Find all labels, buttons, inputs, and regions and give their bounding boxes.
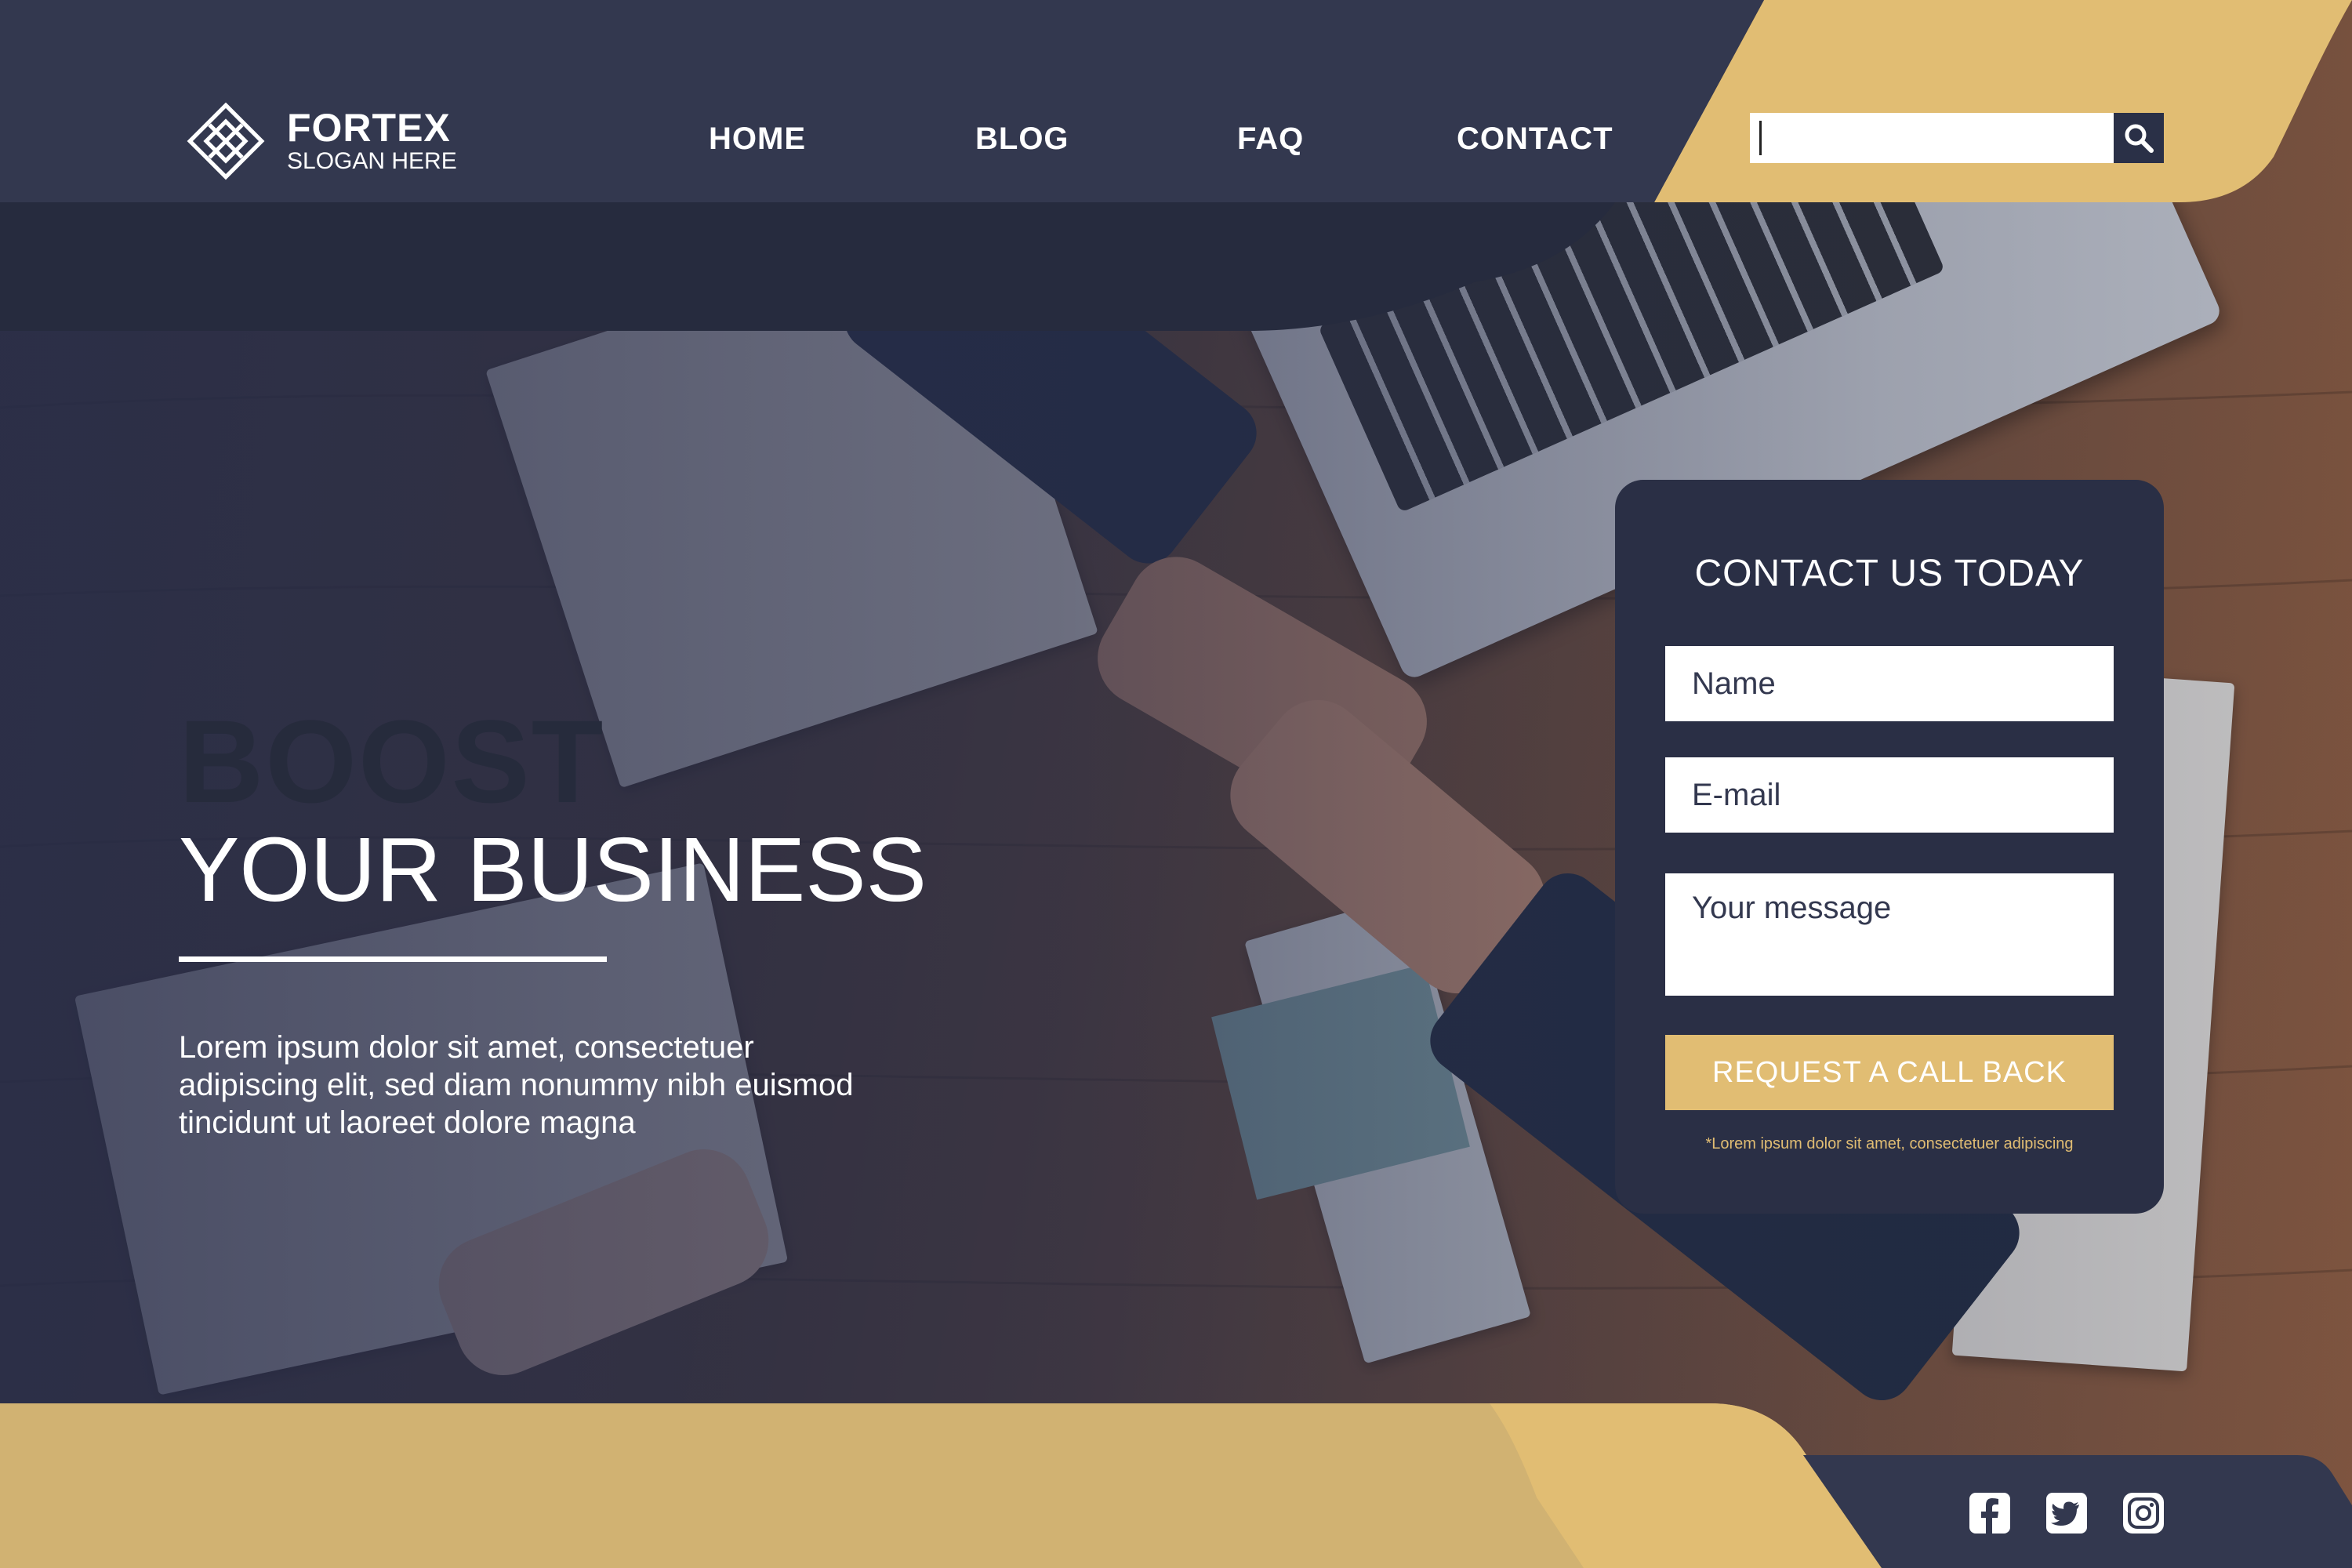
search-icon <box>2125 124 2154 153</box>
search-button[interactable] <box>2114 113 2164 163</box>
request-call-back-button[interactable]: REQUEST A CALL BACK <box>1665 1035 2114 1110</box>
search-input[interactable] <box>1759 121 2114 155</box>
facebook-icon <box>1969 1493 2010 1534</box>
form-footnote: *Lorem ipsum dolor sit amet, consectetue… <box>1705 1135 2074 1152</box>
hero-description: Lorem ipsum dolor sit amet, consectetuer… <box>179 1030 854 1140</box>
instagram-link[interactable] <box>2122 1491 2165 1535</box>
hero-divider <box>179 956 607 962</box>
hero-headline-strong: BOOST <box>179 695 605 827</box>
facebook-link[interactable] <box>1968 1491 2012 1535</box>
nav-item-home[interactable]: HOME <box>709 119 806 158</box>
contact-form-title: CONTACT US TODAY <box>1694 553 2085 594</box>
search-bar <box>1750 113 2164 163</box>
nav-item-contact[interactable]: CONTACT <box>1457 119 1613 158</box>
contact-form-card: CONTACT US TODAY REQUEST A CALL BACK *Lo… <box>1615 480 2164 1214</box>
nav-item-faq[interactable]: FAQ <box>1237 119 1304 158</box>
email-field[interactable] <box>1665 757 2114 833</box>
hero-headline: YOUR BUSINESS <box>179 818 927 920</box>
main-nav: HOME BLOG FAQ CONTACT <box>0 119 1646 158</box>
message-field[interactable] <box>1665 873 2114 996</box>
landing-page: FORTEX SLOGAN HERE HOME BLOG FAQ CONTACT… <box>0 0 2352 1568</box>
footer-band <box>0 1403 2352 1568</box>
twitter-link[interactable] <box>2045 1491 2089 1535</box>
instagram-icon <box>2123 1493 2164 1534</box>
name-field[interactable] <box>1665 646 2114 721</box>
twitter-icon <box>2046 1493 2087 1534</box>
nav-item-blog[interactable]: BLOG <box>975 119 1069 158</box>
